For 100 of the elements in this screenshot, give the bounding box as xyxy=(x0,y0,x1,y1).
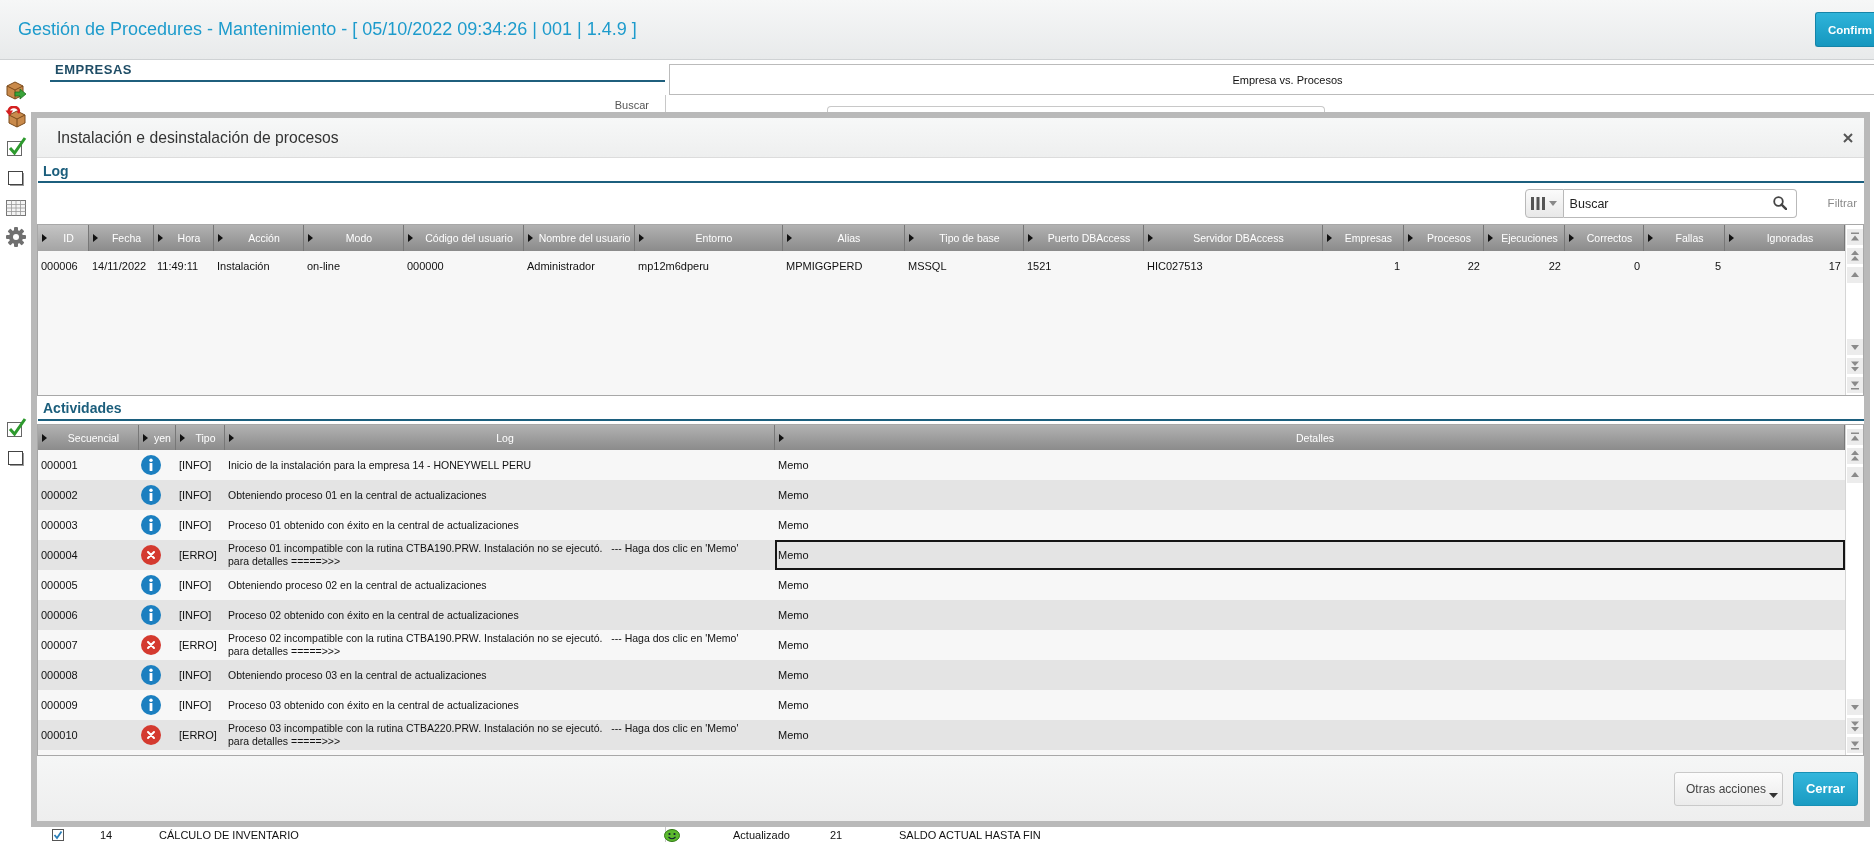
column-header[interactable]: yen xyxy=(139,425,176,450)
column-header[interactable]: Nombre del usuario xyxy=(524,225,635,251)
table-cell[interactable]: Memo xyxy=(775,720,1845,750)
table-cell-text: 14 xyxy=(100,829,114,841)
info-icon xyxy=(141,665,161,685)
triangle-icon xyxy=(779,433,784,442)
table-cell[interactable]: Memo xyxy=(775,510,1845,540)
column-header[interactable]: Ignoradas xyxy=(1725,225,1845,251)
table-cell-text: 000006 xyxy=(40,258,79,274)
column-header[interactable]: Hora xyxy=(154,225,214,251)
column-header[interactable]: Servidor DBAccess xyxy=(1144,225,1323,251)
close-button[interactable]: Cerrar xyxy=(1793,771,1858,806)
caret-icon xyxy=(1549,201,1558,206)
table-cell-text: 000010 xyxy=(40,728,79,743)
triangle-down-icon[interactable] xyxy=(1846,339,1863,355)
table-cell-text: Proceso 03 obtenido con éxito en la central de actualizaciones xyxy=(227,697,520,713)
close-icon[interactable] xyxy=(1843,132,1853,143)
table-cell[interactable]: Memo xyxy=(775,450,1845,480)
column-header[interactable]: Ejecuciones xyxy=(1484,225,1565,251)
column-header[interactable]: Log xyxy=(225,425,775,450)
double-triangle-down-icon[interactable] xyxy=(1846,718,1863,734)
column-header[interactable]: Fecha xyxy=(89,225,154,251)
table-row[interactable]: 000010 [ERRO] Proceso 03 incompatible con la rutina CTBA220.PRW. Instalación no se ejecutó. --- Haga dos clic en 'Memo' para detalles =====>>> Memo xyxy=(38,720,1845,750)
info-icon xyxy=(141,695,161,715)
scrollbar[interactable] xyxy=(1845,225,1863,395)
double-triangle-up-icon[interactable] xyxy=(1846,248,1863,264)
checkmark-icon[interactable] xyxy=(4,417,27,439)
table-cell-text: 0 xyxy=(1632,258,1641,274)
column-header[interactable]: Acción xyxy=(214,225,304,251)
triangle-icon xyxy=(1569,234,1574,242)
filter-link[interactable]: Filtrar xyxy=(1827,189,1857,218)
info-icon xyxy=(141,455,161,475)
table-cell-text: Inicio de la instalación para la empresa 14 - HONEYWELL PERU xyxy=(227,457,533,473)
table-cell[interactable]: Memo xyxy=(775,690,1845,720)
column-header[interactable]: Procesos xyxy=(1404,225,1484,251)
table-cell[interactable]: Memo xyxy=(775,630,1845,660)
table-icon[interactable] xyxy=(4,197,27,219)
table-cell-text: [ERRO] xyxy=(178,728,218,743)
checkbox-icon[interactable] xyxy=(52,829,64,841)
triangle-icon xyxy=(229,433,234,442)
column-header[interactable]: Tipo de base xyxy=(905,225,1024,251)
checkmark-icon[interactable] xyxy=(4,136,27,158)
section-title: EMPRESAS xyxy=(50,60,665,82)
triangle-icon xyxy=(909,234,914,242)
table-cell-text: [ERRO] xyxy=(178,548,218,563)
dialog-title: Instalación e desinstalación de procesos xyxy=(57,128,340,147)
column-header[interactable]: Tipo xyxy=(176,425,225,450)
column-header[interactable]: Fallas xyxy=(1644,225,1725,251)
search-field[interactable]: Buscar xyxy=(1563,189,1797,218)
triangle-icon xyxy=(787,234,792,242)
search-icon[interactable] xyxy=(1772,196,1787,210)
table-cell: CÁLCULO DE INVENTARIO xyxy=(159,829,299,841)
double-triangle-up-icon[interactable] xyxy=(1846,448,1863,464)
table-row[interactable]: 000004 [ERRO] Proceso 01 incompatible con la rutina CTBA190.PRW. Instalación no se ejecutó. --- Haga dos clic en 'Memo' para detalles =====>>> Memo xyxy=(38,540,1845,570)
column-header[interactable]: Correctos xyxy=(1565,225,1644,251)
column-header[interactable]: Código del usuario xyxy=(404,225,524,251)
box-arrow-icon[interactable] xyxy=(4,79,27,101)
gear-icon[interactable] xyxy=(4,226,27,248)
column-header[interactable]: Entorno xyxy=(635,225,783,251)
triangle-icon xyxy=(93,234,98,242)
table-row[interactable]: 000006 [INFO] Proceso 02 obtenido con éxito en la central de actualizaciones Memo xyxy=(38,600,1845,630)
triangle-up-bar-icon[interactable] xyxy=(1846,429,1863,445)
table-cell-text: [ERRO] xyxy=(178,638,218,653)
table-row[interactable]: 000002 [INFO] Obteniendo proceso 01 en la central de actualizaciones Memo xyxy=(38,480,1845,510)
triangle-down-bar-icon[interactable] xyxy=(1846,377,1863,393)
confirm-button[interactable]: Confirm xyxy=(1815,12,1874,47)
panel-header: Empresa vs. Procesos xyxy=(669,64,1874,95)
triangle-up-bar-icon[interactable] xyxy=(1846,229,1863,245)
table-cell[interactable]: Memo xyxy=(775,480,1845,510)
scrollbar[interactable] xyxy=(1845,425,1863,755)
double-triangle-down-icon[interactable] xyxy=(1846,358,1863,374)
triangle-up-icon[interactable] xyxy=(1846,267,1863,283)
column-header[interactable]: Empresas xyxy=(1323,225,1404,251)
column-header[interactable]: Modo xyxy=(304,225,404,251)
table-cell[interactable]: Memo xyxy=(775,570,1845,600)
column-header[interactable]: Puerto DBAccess xyxy=(1024,225,1144,251)
table-cell[interactable]: Memo xyxy=(775,600,1845,630)
table-cell[interactable]: Memo xyxy=(775,660,1845,690)
box-undo-icon[interactable] xyxy=(4,106,27,128)
column-header[interactable]: Secuencial xyxy=(38,425,139,450)
table-row[interactable]: 000008 [INFO] Obteniendo proceso 03 en la central de actualizaciones Memo xyxy=(38,660,1845,690)
table-cell-text: Proceso 01 incompatible con la rutina CTBA190.PRW. Instalación no se ejecutó. --- Haga dos clic en 'Memo' para detalles =====>>> xyxy=(227,541,740,569)
table-cell-text: Proceso 02 obtenido con éxito en la central de actualizaciones xyxy=(227,607,520,623)
table-cell-text: 000007 xyxy=(40,638,79,653)
column-header[interactable]: ID xyxy=(38,225,89,251)
table-cell-text: Obteniendo proceso 01 en la central de actualizaciones xyxy=(227,487,488,503)
columns-button[interactable] xyxy=(1524,189,1564,218)
table-cell-text: 1 xyxy=(1392,258,1401,274)
triangle-icon xyxy=(1148,234,1153,242)
error-icon xyxy=(141,545,161,565)
table-cell-text: 000008 xyxy=(40,668,79,683)
triangle-up-icon[interactable] xyxy=(1846,467,1863,483)
table-cell[interactable]: Memo xyxy=(775,540,1845,570)
table-cell-text: [INFO] xyxy=(178,698,213,713)
triangle-down-icon[interactable] xyxy=(1846,699,1863,715)
other-actions-button[interactable]: Otras acciones xyxy=(1674,771,1783,806)
table-cell-text: Obteniendo proceso 03 en la central de actualizaciones xyxy=(227,667,488,683)
column-header[interactable]: Detalles xyxy=(775,425,1845,450)
triangle-down-bar-icon[interactable] xyxy=(1846,737,1863,753)
column-header[interactable]: Alias xyxy=(783,225,905,251)
